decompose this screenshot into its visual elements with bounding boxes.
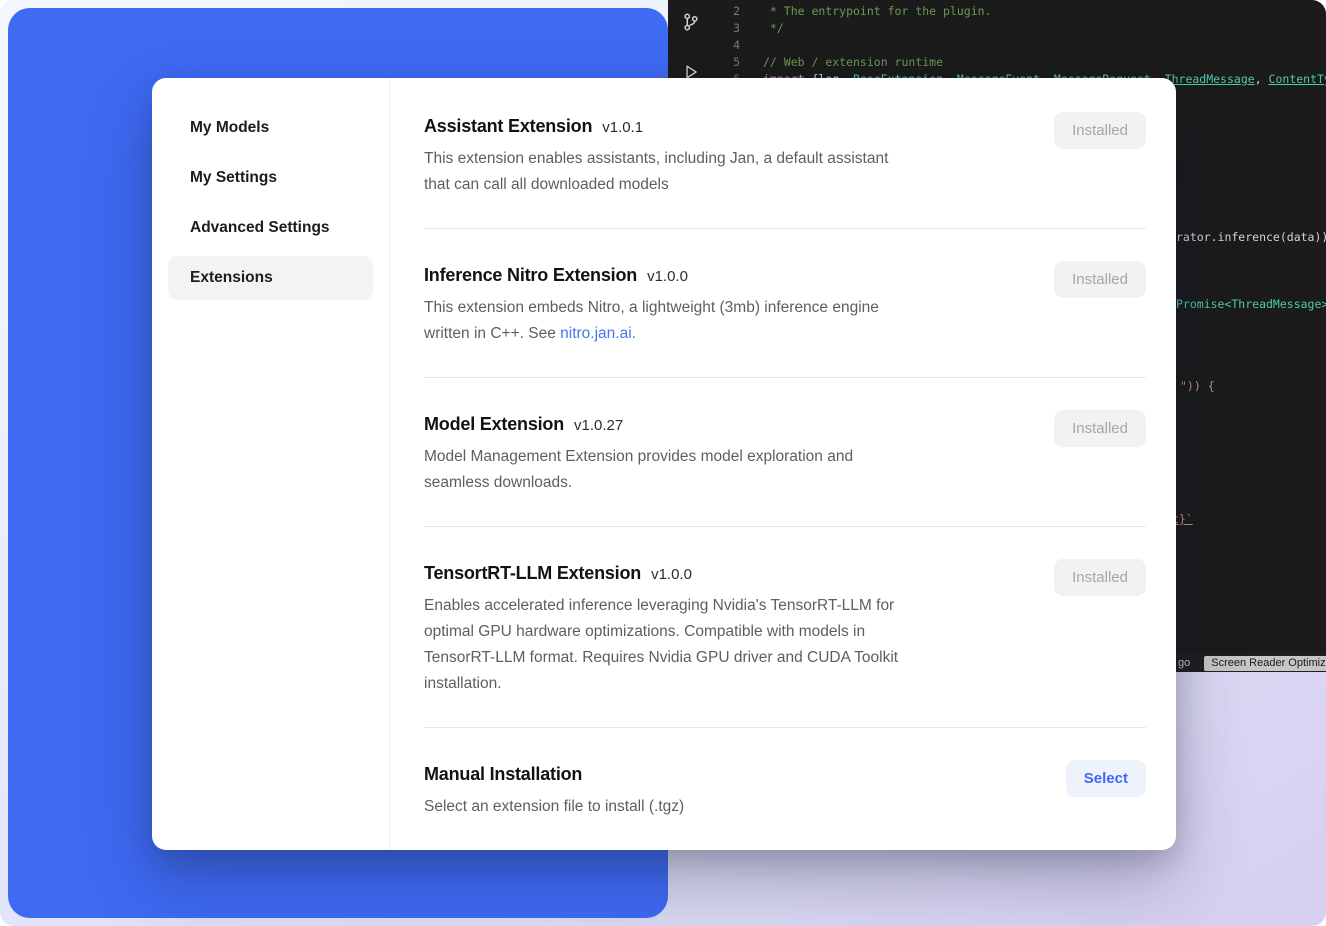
extension-title: TensortRT-LLM Extension <box>424 559 641 587</box>
line-number: 3 <box>714 20 740 37</box>
extension-title-row: Assistant Extension v1.0.1 <box>424 112 888 140</box>
sidebar-item-advanced-settings[interactable]: Advanced Settings <box>168 206 373 250</box>
settings-sidebar: My Models My Settings Advanced Settings Ext… <box>152 78 390 850</box>
extension-row-tensorrt-llm-extension: TensortRT-LLM Extension v1.0.0 Enables acc… <box>424 527 1146 727</box>
extension-description: This extension embeds Nitro, a lightweig… <box>424 295 879 347</box>
extension-info: TensortRT-LLM Extension v1.0.0 Enables acc… <box>424 559 898 697</box>
tensorrt-llm-extension-button[interactable]: Installed <box>1054 559 1146 596</box>
extension-info: Model Extension v1.0.27 Model Management E… <box>424 410 853 496</box>
inference-nitro-extension-button[interactable]: Installed <box>1054 261 1146 298</box>
screenshot-root: 2 * The entrypoint for the plugin.3 */45… <box>0 0 1326 926</box>
settings-modal: My Models My Settings Advanced Settings Ext… <box>152 78 1176 850</box>
extension-info: Assistant Extension v1.0.1 This extension … <box>424 112 888 198</box>
code-text: */ <box>740 20 784 37</box>
extension-info: Inference Nitro Extension v1.0.0 This exte… <box>424 261 879 347</box>
code-fragment: rator.inference(data)); <box>1176 230 1326 244</box>
extension-title-row: Model Extension v1.0.27 <box>424 410 853 438</box>
code-text: // Web / extension runtime <box>740 54 943 71</box>
extension-description: Model Management Extension provides mode… <box>424 444 853 496</box>
code-line: 5// Web / extension runtime <box>714 54 1326 71</box>
code-line: 2 * The entrypoint for the plugin. <box>714 3 1326 20</box>
line-number: 4 <box>714 37 740 54</box>
code-text: * The entrypoint for the plugin. <box>740 3 991 20</box>
extension-title: Assistant Extension <box>424 112 592 140</box>
extension-description: Select an extension file to install (.tg… <box>424 794 684 820</box>
line-number: 2 <box>714 3 740 20</box>
assistant-extension-button[interactable]: Installed <box>1054 112 1146 149</box>
nitro-link[interactable]: nitro.jan.ai. <box>560 325 636 342</box>
extension-row-inference-nitro-extension: Inference Nitro Extension v1.0.0 This exte… <box>424 229 1146 377</box>
extension-title: Model Extension <box>424 410 564 438</box>
manual-installation-button[interactable]: Select <box>1066 760 1146 797</box>
extension-version: v1.0.0 <box>651 566 692 583</box>
screen-reader-chip[interactable]: Screen Reader Optimized <box>1204 656 1326 671</box>
extension-version: v1.0.1 <box>602 119 643 136</box>
extension-description: Enables accelerated inference leveraging… <box>424 593 898 697</box>
model-extension-button[interactable]: Installed <box>1054 410 1146 447</box>
extension-row-assistant-extension: Assistant Extension v1.0.1 This extension … <box>424 98 1146 228</box>
code-text <box>740 37 763 54</box>
sidebar-item-extensions[interactable]: Extensions <box>168 256 373 300</box>
extensions-list: Assistant Extension v1.0.1 This extension … <box>390 78 1176 850</box>
extension-info: Manual Installation Select an extension f… <box>424 760 684 820</box>
sidebar-item-my-settings[interactable]: My Settings <box>168 156 373 200</box>
extension-title-row: TensortRT-LLM Extension v1.0.0 <box>424 559 898 587</box>
extension-version: v1.0.0 <box>647 268 688 285</box>
line-number: 5 <box>714 54 740 71</box>
extension-title-row: Inference Nitro Extension v1.0.0 <box>424 261 879 289</box>
status-text: go <box>1178 657 1190 669</box>
extension-title: Manual Installation <box>424 760 582 788</box>
code-fragment: Promise<ThreadMessage> <box>1176 297 1326 311</box>
extension-title-row: Manual Installation <box>424 760 684 788</box>
code-area: 2 * The entrypoint for the plugin.3 */45… <box>714 3 1326 88</box>
code-line: 4 <box>714 37 1326 54</box>
extension-row-manual-installation: Manual Installation Select an extension f… <box>424 728 1146 850</box>
extension-version: v1.0.27 <box>574 417 623 434</box>
code-line: 3 */ <box>714 20 1326 37</box>
extension-description: This extension enables assistants, inclu… <box>424 146 888 198</box>
sidebar-item-my-models[interactable]: My Models <box>168 106 373 150</box>
code-fragment: ")) { <box>1180 379 1215 393</box>
settings-sidebar-list: My Models My Settings Advanced Settings Ext… <box>168 106 373 300</box>
extension-title: Inference Nitro Extension <box>424 261 637 289</box>
source-control-icon[interactable] <box>679 10 703 34</box>
extension-row-model-extension: Model Extension v1.0.27 Model Management E… <box>424 378 1146 526</box>
